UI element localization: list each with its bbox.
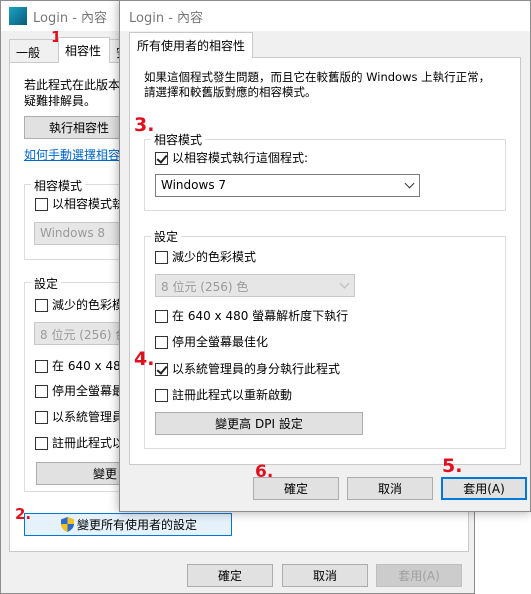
step-5-annotation: 5. (442, 455, 463, 477)
front-fullscreen-label: 停用全螢幕最佳化 (172, 335, 269, 349)
front-all-users-window: Login - 內容 所有使用者的相容性 如果這個程式發生問題，而且它在較舊版的… (119, 0, 531, 512)
back-compat-group-title: 相容模式 (31, 177, 86, 194)
back-compat-checkbox-label: 以相容模式執 (52, 197, 125, 211)
back-description-line1: 若此程式在此版本 (24, 78, 121, 92)
front-title-bar: Login - 內容 (120, 1, 530, 31)
back-reduced-color-checkbox[interactable] (35, 299, 48, 312)
back-admin-checkbox[interactable] (35, 411, 48, 424)
front-admin-checkbox[interactable] (155, 363, 168, 376)
run-troubleshooter-button[interactable]: 執行相容性 (24, 116, 134, 139)
tab-compatibility[interactable]: 相容性 (58, 37, 110, 63)
front-compat-select[interactable]: Windows 7 (155, 174, 420, 197)
back-description-line2: 疑難排解員。 (24, 94, 97, 108)
back-cancel-button[interactable]: 取消 (282, 564, 368, 587)
back-apply-button: 套用(A) (376, 564, 462, 587)
front-register-label: 註冊此程式以重新啟動 (172, 388, 293, 402)
chevron-down-icon (339, 278, 350, 289)
back-register-checkbox[interactable] (35, 437, 48, 450)
front-cancel-button[interactable]: 取消 (347, 477, 433, 500)
tab-all-users-compat[interactable]: 所有使用者的相容性 (129, 32, 253, 58)
step-6-annotation: 6. (255, 462, 274, 482)
front-settings-group-title: 設定 (151, 228, 182, 245)
step-4-annotation: 4. (134, 348, 155, 370)
manual-compat-link[interactable]: 如何手動選擇相容性 (24, 147, 132, 163)
front-compat-group-title: 相容模式 (151, 131, 206, 148)
back-fullscreen-label: 停用全螢幕最 (52, 384, 125, 398)
front-reduced-color-label: 減少的色彩模式 (172, 250, 257, 264)
front-compat-checkbox[interactable] (155, 152, 168, 165)
step-2-annotation: 2. (15, 505, 32, 523)
front-apply-button[interactable]: 套用(A) (441, 477, 527, 500)
front-color-select[interactable]: 8 位元 (256) 色 (155, 274, 355, 297)
app-icon (9, 7, 27, 25)
front-window-title: Login - 內容 (129, 10, 204, 26)
step-3-annotation: 3. (134, 114, 155, 136)
window-title: Login - 內容 (33, 10, 108, 26)
front-640x480-checkbox[interactable] (155, 310, 168, 323)
change-all-users-button[interactable]: 變更所有使用者的設定 (24, 513, 232, 536)
front-description-line1: 如果這個程式發生問題，而且它在較舊版的 Windows 上執行正常， (144, 70, 491, 84)
front-register-checkbox[interactable] (155, 389, 168, 402)
front-admin-label: 以系統管理員的身分執行此程式 (172, 362, 341, 376)
back-settings-group-title: 設定 (31, 275, 62, 292)
front-fullscreen-checkbox[interactable] (155, 336, 168, 349)
front-compat-checkbox-label: 以相容模式執行這個程式: (172, 151, 309, 165)
front-reduced-color-checkbox[interactable] (155, 251, 168, 264)
back-admin-label: 以系統管理員 (52, 410, 125, 424)
front-640x480-label: 在 640 x 480 螢幕解析度下執行 (172, 309, 349, 323)
back-ok-button[interactable]: 確定 (187, 564, 273, 587)
front-description-line2: 請選擇和較舊版對應的相容模式。 (144, 85, 317, 99)
back-640x480-label: 在 640 x 480 (52, 359, 129, 373)
chevron-down-icon (404, 178, 415, 189)
uac-shield-icon (61, 517, 74, 532)
back-register-label: 註冊此程式以 (52, 436, 125, 450)
front-change-dpi-button[interactable]: 變更高 DPI 設定 (155, 412, 363, 435)
back-reduced-color-label: 減少的色彩模 (52, 298, 125, 312)
back-640x480-checkbox[interactable] (35, 360, 48, 373)
back-fullscreen-checkbox[interactable] (35, 385, 48, 398)
back-compat-checkbox[interactable] (35, 198, 48, 211)
